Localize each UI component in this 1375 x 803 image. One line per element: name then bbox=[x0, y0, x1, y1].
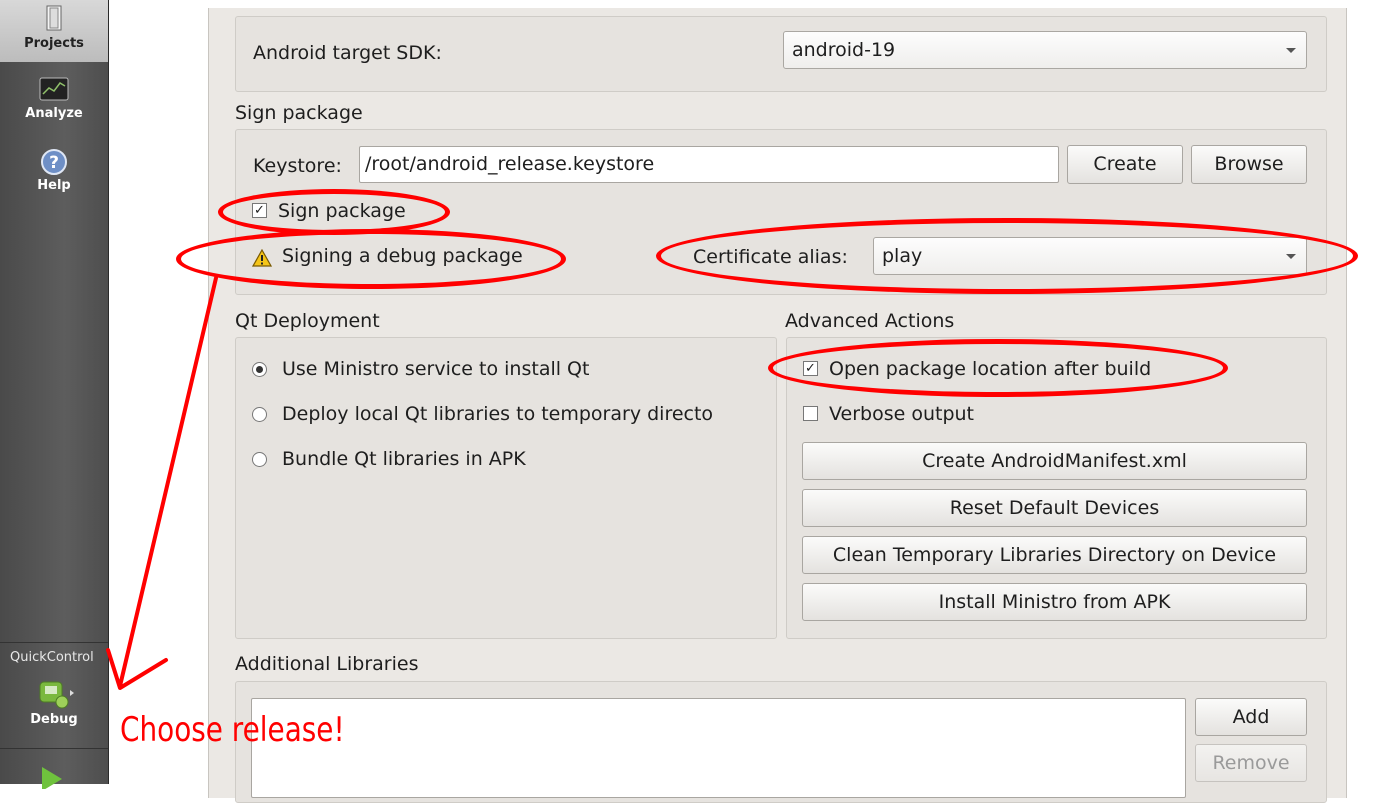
keystore-path-field[interactable]: /root/android_release.keystore bbox=[359, 146, 1059, 183]
mode-help-label: Help bbox=[37, 178, 71, 193]
mode-help[interactable]: ? Help bbox=[0, 148, 108, 204]
keystore-label: Keystore: bbox=[253, 155, 342, 177]
sign-package-title: Sign package bbox=[235, 102, 363, 124]
browse-keystore-button[interactable]: Browse bbox=[1191, 145, 1307, 184]
qt-deployment-panel bbox=[235, 337, 777, 639]
ministro-radio-label[interactable]: Use Ministro service to install Qt bbox=[282, 358, 589, 380]
target-sdk-combo[interactable]: android-19 bbox=[783, 31, 1307, 69]
reset-default-devices-button[interactable]: Reset Default Devices bbox=[802, 489, 1307, 527]
verbose-output-checkbox[interactable] bbox=[803, 406, 818, 421]
bundle-libs-radio[interactable] bbox=[252, 452, 267, 467]
create-keystore-button[interactable]: Create bbox=[1067, 145, 1183, 184]
android-build-settings: Android target SDK: android-19 Sign pack… bbox=[208, 8, 1347, 803]
mode-analyze-label: Analyze bbox=[25, 106, 83, 121]
kit-label: Debug bbox=[30, 712, 78, 727]
annotation-ellipse-debug-warning bbox=[176, 229, 566, 289]
annotation-ellipse-open-location bbox=[768, 339, 1228, 397]
local-libs-radio-label[interactable]: Deploy local Qt libraries to temporary d… bbox=[282, 403, 765, 425]
svg-text:?: ? bbox=[49, 153, 59, 173]
advanced-actions-title: Advanced Actions bbox=[785, 310, 955, 332]
mode-projects[interactable]: Projects bbox=[0, 0, 108, 62]
mode-sidebar: Projects Analyze ? Help QuickControl Deb… bbox=[0, 0, 109, 789]
target-sdk-label: Android target SDK: bbox=[253, 42, 442, 64]
annotation-ellipse-sign-package bbox=[218, 189, 450, 235]
annotation-ellipse-certificate-alias bbox=[656, 218, 1358, 294]
ministro-radio[interactable] bbox=[252, 362, 267, 377]
kit-selector[interactable]: Debug bbox=[0, 676, 108, 742]
keystore-path-value: /root/android_release.keystore bbox=[365, 153, 655, 175]
remove-library-button: Remove bbox=[1195, 744, 1307, 782]
libraries-list[interactable] bbox=[251, 698, 1186, 798]
analyze-icon bbox=[39, 77, 69, 101]
create-manifest-button[interactable]: Create AndroidManifest.xml bbox=[802, 442, 1307, 480]
chevron-down-icon bbox=[1286, 48, 1296, 53]
additional-libraries-title: Additional Libraries bbox=[235, 653, 419, 675]
verbose-output-checkbox-label[interactable]: Verbose output bbox=[829, 403, 974, 425]
clean-temp-libs-button[interactable]: Clean Temporary Libraries Directory on D… bbox=[802, 536, 1307, 574]
run-icon[interactable] bbox=[38, 765, 68, 789]
android-kit-icon bbox=[39, 681, 74, 709]
target-sdk-value: android-19 bbox=[792, 39, 896, 61]
mode-analyze[interactable]: Analyze bbox=[0, 76, 108, 132]
qt-deployment-title: Qt Deployment bbox=[235, 310, 380, 332]
annotation-choose-release: Choose release! bbox=[120, 710, 345, 750]
projects-icon bbox=[46, 5, 62, 31]
quickcontrol-label: QuickControl bbox=[10, 650, 94, 665]
help-icon: ? bbox=[41, 149, 67, 175]
bundle-libs-radio-label[interactable]: Bundle Qt libraries in APK bbox=[282, 448, 526, 470]
add-library-button[interactable]: Add bbox=[1195, 698, 1307, 736]
local-libs-radio[interactable] bbox=[252, 407, 267, 422]
mode-projects-label: Projects bbox=[24, 36, 84, 51]
install-ministro-button[interactable]: Install Ministro from APK bbox=[802, 583, 1307, 621]
